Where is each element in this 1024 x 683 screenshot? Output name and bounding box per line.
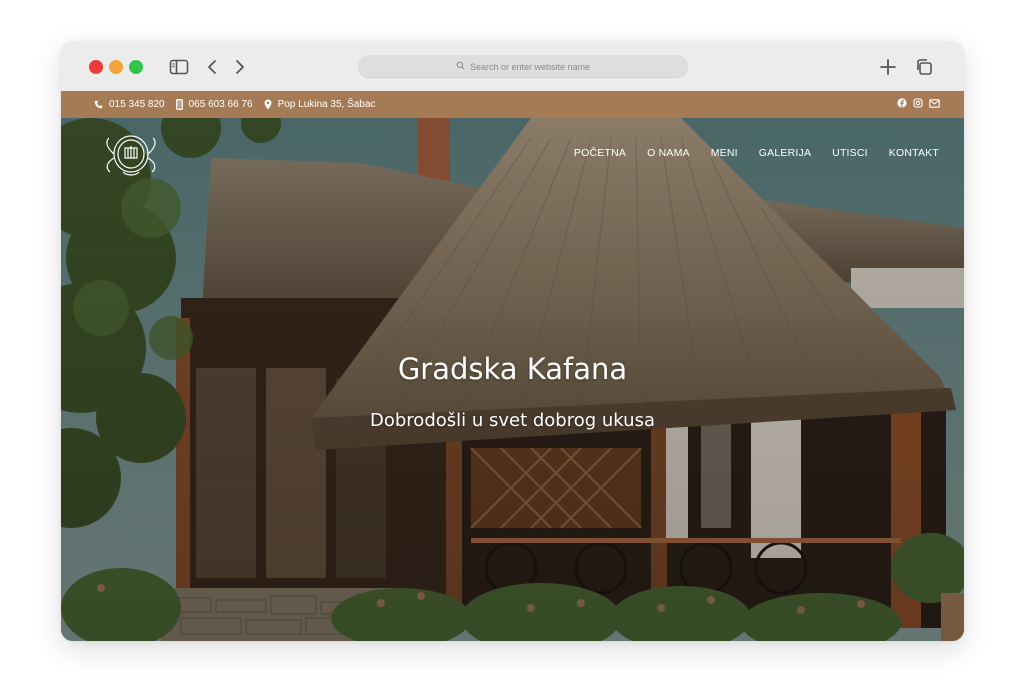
nav-item-kontakt[interactable]: KONTAKT — [889, 147, 939, 159]
nav-item-pocetna[interactable]: POČETNA — [574, 147, 626, 159]
browser-window: Search or enter website name 015 345 820… — [61, 41, 964, 641]
contact-topbar: 015 345 820 065 603 66 76 Pop Lukina 35,… — [61, 91, 964, 118]
mobile-contact[interactable]: 065 603 66 76 — [175, 99, 253, 110]
main-navigation: POČETNA O NAMA MENI GALERIJA UTISCI KONT… — [574, 147, 939, 159]
nav-item-utisci[interactable]: UTISCI — [832, 147, 868, 159]
hero-section: POČETNA O NAMA MENI GALERIJA UTISCI KONT… — [61, 118, 964, 641]
facebook-icon[interactable] — [897, 98, 907, 111]
phone-number: 015 345 820 — [109, 99, 165, 110]
nav-item-meni[interactable]: MENI — [711, 147, 738, 159]
address-bar[interactable]: Search or enter website name — [358, 55, 688, 78]
nav-item-galerija[interactable]: GALERIJA — [759, 147, 811, 159]
tabs-overview-icon[interactable] — [913, 56, 935, 78]
address-contact[interactable]: Pop Lukina 35, Šabac — [264, 99, 376, 110]
maximize-window-button[interactable] — [129, 60, 143, 74]
hero-title: Gradska Kafana — [397, 352, 628, 386]
location-pin-icon — [264, 99, 271, 110]
close-window-button[interactable] — [89, 60, 103, 74]
restaurant-logo[interactable] — [101, 128, 161, 180]
page-viewport: 015 345 820 065 603 66 76 Pop Lukina 35,… — [61, 91, 964, 641]
plus-icon[interactable] — [877, 56, 899, 78]
mobile-phone-icon — [175, 99, 183, 110]
mobile-number: 065 603 66 76 — [188, 99, 253, 110]
forward-arrow-icon[interactable] — [231, 56, 249, 78]
hero-subtitle: Dobrodošli u svet dobrog ukusa — [370, 410, 655, 431]
instagram-icon[interactable] — [913, 98, 923, 111]
browser-toolbar: Search or enter website name — [61, 41, 964, 91]
phone-icon — [94, 100, 103, 109]
street-address: Pop Lukina 35, Šabac — [277, 99, 376, 110]
sidebar-icon[interactable] — [167, 56, 191, 78]
social-links — [897, 91, 940, 118]
mail-icon[interactable] — [929, 98, 940, 111]
phone-contact[interactable]: 015 345 820 — [94, 99, 165, 110]
address-placeholder: Search or enter website name — [469, 61, 591, 72]
nav-item-o-nama[interactable]: O NAMA — [647, 147, 690, 159]
back-arrow-icon[interactable] — [203, 56, 221, 78]
search-icon — [456, 61, 465, 72]
minimize-window-button[interactable] — [109, 60, 123, 74]
